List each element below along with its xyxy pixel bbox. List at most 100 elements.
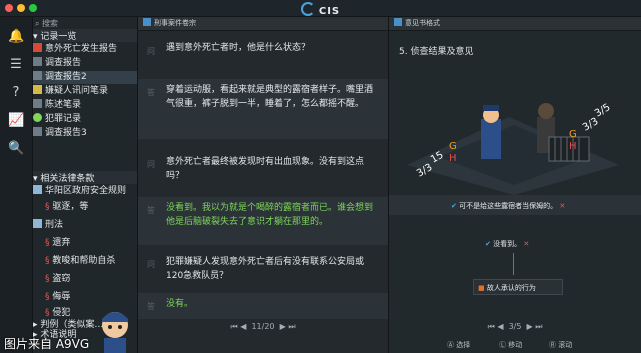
choice-row[interactable]: ✔ 可不是给这些露宿者当保姆的。 ✕ xyxy=(389,195,641,215)
section-icon: § xyxy=(45,202,50,212)
case-dialogue-panel: 刑事案件卷宗 问 遇到意外死亡者时，他是什么状态？ 答 穿着运动服，看起来就是典… xyxy=(138,17,389,353)
document-tab-icon xyxy=(394,18,402,26)
next-page-icon[interactable]: ▶ xyxy=(527,322,533,331)
dialogue-row: 问 遇到意外死亡者时，他是什么状态？ xyxy=(138,31,388,79)
law-item[interactable]: § 驱逐，等 xyxy=(33,201,149,214)
report-icon xyxy=(33,43,42,52)
icon-rail: 🔔 ☰ ? 📈 🔍 xyxy=(0,17,33,353)
connector-line xyxy=(513,253,514,275)
choice-2[interactable]: ✔ 没看到。 ✕ xyxy=(485,239,529,249)
laws-section-header[interactable]: ▾ 相关法律条款 xyxy=(33,171,137,184)
question-text: 遇到意外死亡者时，他是什么状态？ xyxy=(166,43,311,53)
section-icon: § xyxy=(45,308,50,318)
law-item[interactable]: § 教唆和帮助自杀 xyxy=(33,255,149,268)
svg-text:G: G xyxy=(449,141,457,152)
opinion-panel: 意见书格式 5. 侦查结果及意见 3/3 15 G H G H 3/3 3/5 … xyxy=(389,17,641,353)
dialogue-row: 问 犯罪嫌疑人发现意外死亡者后有没有联系公安局或120急救队员？ xyxy=(138,245,388,293)
folder-icon xyxy=(33,219,42,228)
section-subtitle: 5. 侦查结果及意见 xyxy=(399,47,474,57)
watermark: 图片来自 A9VG xyxy=(4,337,90,351)
law-folder[interactable]: 刑法 xyxy=(33,219,137,232)
choice-1[interactable]: ✔ 可不是给这些露宿者当保姆的。 ✕ xyxy=(451,201,565,211)
next-page-icon[interactable]: ▶ xyxy=(280,322,286,331)
record-item[interactable]: 嫌疑人讯问笔录 xyxy=(33,85,137,98)
choice-3[interactable]: ■ 故人承认的行为 xyxy=(478,283,536,293)
first-page-icon[interactable]: ⏮ xyxy=(230,322,237,331)
record-item[interactable]: 陈述笔录 xyxy=(33,99,137,112)
check-icon: ✔ xyxy=(451,202,457,210)
chart-icon[interactable]: 📈 xyxy=(8,113,24,129)
node-box[interactable]: ■ 故人承认的行为 xyxy=(473,279,563,295)
dialogue-row: 答 没有。 xyxy=(138,293,388,319)
record-item[interactable]: 意外死亡发生报告 xyxy=(33,43,137,56)
law-item[interactable]: § 盗窃 xyxy=(33,273,149,286)
delete-icon[interactable]: ✕ xyxy=(523,240,529,248)
stick-icon: Ⓛ xyxy=(499,341,506,349)
answer-mark: 答 xyxy=(147,88,155,97)
answer-mark: 答 xyxy=(147,206,155,215)
search-icon: ⌕ xyxy=(35,19,40,28)
section-icon: § xyxy=(45,274,50,284)
section-icon: § xyxy=(45,238,50,248)
records-sidebar: ⌕ 搜索 ▾ 记录一览 意外死亡发生报告 调查报告 调查报告2 嫌疑人讯问笔录 … xyxy=(33,17,138,353)
last-page-icon[interactable]: ⏭ xyxy=(288,322,295,331)
record-item[interactable]: 调查报告 xyxy=(33,57,137,70)
question-mark: 问 xyxy=(147,160,155,169)
opinion-pager[interactable]: ⏮ ◀ 3/5 ▶ ⏭ xyxy=(389,322,641,332)
question-text: 意外死亡者最终被发现时有出血现象。没有到这点吗？ xyxy=(166,157,365,181)
law-folder[interactable]: 华阳区政府安全规则 xyxy=(33,185,137,198)
title-bar: CIS xyxy=(0,0,641,17)
answer-text: 没看到。我以为就是个喝醉的露宿者而已。谁会想到他是后脑破裂失去了意识才躺在那里的… xyxy=(166,203,374,227)
question-mark: 问 xyxy=(147,47,155,56)
stick-icon: Ⓡ xyxy=(549,341,556,349)
question-mark: 问 xyxy=(147,260,155,269)
answer-text: 没有。 xyxy=(166,299,194,309)
prev-page-icon[interactable]: ◀ xyxy=(240,322,246,331)
app-title: CIS xyxy=(0,2,641,17)
section-icon: § xyxy=(45,256,50,266)
svg-text:H: H xyxy=(569,141,577,152)
statement-icon xyxy=(33,99,42,108)
hint-move: Ⓛ 移动 xyxy=(499,341,523,349)
last-page-icon[interactable]: ⏭ xyxy=(535,322,542,331)
svg-text:3/5: 3/5 xyxy=(593,102,612,120)
svg-text:H: H xyxy=(449,153,457,164)
document-icon xyxy=(33,127,42,136)
document-icon xyxy=(33,71,42,80)
record-item[interactable]: 犯罪记录 xyxy=(33,113,137,126)
tab-opinion-format[interactable]: 意见书格式 xyxy=(389,17,641,31)
search-input[interactable]: ⌕ 搜索 xyxy=(35,18,135,29)
hint-select: Ⓐ 选择 xyxy=(447,341,471,349)
document-tab-icon xyxy=(143,18,151,26)
help-icon[interactable]: ? xyxy=(8,85,24,101)
first-page-icon[interactable]: ⏮ xyxy=(488,322,495,331)
a-button-icon: Ⓐ xyxy=(447,341,454,349)
record-item[interactable]: 调查报告3 xyxy=(33,127,137,140)
law-item[interactable]: § 侮辱 xyxy=(33,291,149,304)
cis-logo-icon xyxy=(300,2,315,16)
prev-page-icon[interactable]: ◀ xyxy=(497,322,503,331)
police-mascot xyxy=(102,312,128,353)
folder-icon xyxy=(33,185,42,194)
answer-text: 穿着运动服，看起来就是典型的露宿者样子。嘴里酒气很重，裤子脱到一半，睡着了，怎么… xyxy=(166,85,374,109)
section-icon: § xyxy=(45,292,50,302)
evidence-illustration: 3/3 15 G H G H 3/3 3/5 xyxy=(407,102,619,195)
records-section-header[interactable]: ▾ 记录一览 xyxy=(33,29,137,42)
sliders-icon[interactable]: ☰ xyxy=(8,57,24,73)
dialogue-row: 问 意外死亡者最终被发现时有出血现象。没有到这点吗？ xyxy=(138,139,388,197)
criminal-record-icon xyxy=(33,113,42,122)
dialogue-pager[interactable]: ⏮ ◀ 11/20 ▶ ⏭ xyxy=(138,322,388,332)
dialogue-row: 答 穿着运动服，看起来就是典型的露宿者样子。嘴里酒气很重，裤子脱到一半，睡着了，… xyxy=(138,79,388,139)
record-item[interactable]: 调查报告2 xyxy=(33,71,137,84)
check-icon: ✔ xyxy=(485,240,491,248)
delete-icon[interactable]: ✕ xyxy=(559,202,565,210)
bell-icon[interactable]: 🔔 xyxy=(8,29,24,45)
interrogation-icon xyxy=(33,85,42,94)
tab-case-file[interactable]: 刑事案件卷宗 xyxy=(138,17,388,31)
officer-figure xyxy=(481,119,501,159)
law-item[interactable]: § 遗弃 xyxy=(33,237,149,250)
dialogue-row: 答 没看到。我以为就是个喝醉的露宿者而已。谁会想到他是后脑破裂失去了意识才躺在那… xyxy=(138,197,388,245)
svg-text:G: G xyxy=(569,129,577,140)
search-person-icon[interactable]: 🔍 xyxy=(8,141,24,157)
answer-mark: 答 xyxy=(147,302,155,311)
